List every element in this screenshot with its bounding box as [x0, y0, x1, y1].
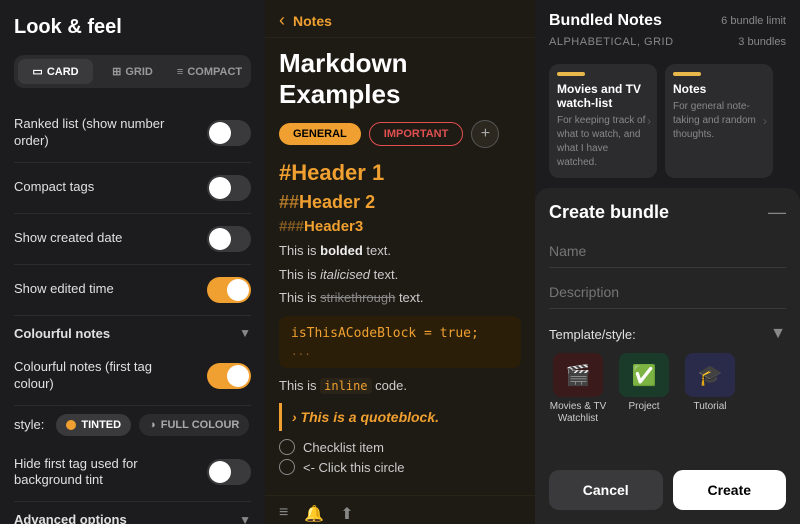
note-title: Markdown Examples [279, 48, 521, 110]
bundle-arrow-icon: › [763, 114, 767, 128]
bundle-arrow-icon: › [647, 114, 651, 128]
create-button[interactable]: Create [673, 470, 787, 510]
check-circle-2[interactable] [279, 459, 295, 475]
strike-text: This is strikethrough text. [279, 288, 521, 308]
add-tag-button[interactable]: + [471, 120, 499, 148]
view-toggle-group: ▭ CARD ⊞ GRID ≡ COMPACT [14, 55, 251, 88]
hide-tag-toggle[interactable] [207, 459, 251, 485]
template-chevron-icon[interactable]: ▼ [770, 325, 786, 343]
advanced-options-section[interactable]: Advanced options ▼ [14, 502, 251, 524]
list-icon[interactable]: ≡ [279, 504, 288, 524]
watchlist-icon-box: 🎬 [553, 353, 603, 397]
sort-row: ALPHABETICAL, GRID 3 bundles [549, 36, 786, 48]
bundle-desc-input[interactable] [549, 276, 786, 309]
style-row: style: TINTED ◑ FULL COLOUR [14, 406, 251, 444]
grid-icon: ⊞ [112, 65, 121, 78]
bundle-card-0[interactable]: Movies and TV watch-list For keeping tra… [549, 64, 657, 178]
style-full-colour-button[interactable]: ◑ FULL COLOUR [139, 414, 249, 436]
show-edited-toggle[interactable] [207, 277, 251, 303]
bundle-color-bar [673, 72, 701, 76]
create-bundle-panel: Create bundle — Template/style: ▼ 🎬 Movi… [535, 188, 800, 524]
markdown-h1: #Header 1 [279, 160, 521, 186]
checklist-item-1: Checklist item [279, 439, 521, 455]
bundle-cards-list: Movies and TV watch-list For keeping tra… [535, 64, 800, 188]
code-block: isThisACodeBlock = true; ... [279, 316, 521, 368]
tag-general[interactable]: GENERAL [279, 123, 361, 145]
view-grid-button[interactable]: ⊞ GRID [95, 59, 170, 84]
compact-icon: ≡ [177, 66, 183, 78]
look-and-feel-panel: Look & feel ▭ CARD ⊞ GRID ≡ COMPACT Rank… [0, 0, 265, 524]
template-project[interactable]: ✅ Project [615, 353, 673, 425]
bundled-title: Bundled Notes [549, 12, 662, 30]
advanced-chevron-icon: ▼ [239, 513, 251, 524]
quote-block: › This is a quoteblock. [279, 403, 521, 431]
card-icon: ▭ [32, 65, 42, 78]
right-panel: Bundled Notes 6 bundle limit ALPHABETICA… [535, 0, 800, 524]
bundle-desc: For keeping track of what to watch, and … [557, 114, 649, 170]
tinted-dot [66, 420, 76, 430]
ranked-list-toggle[interactable] [207, 120, 251, 146]
colourful-notes-toggle[interactable] [207, 363, 251, 389]
bundle-count: 3 bundles [738, 36, 786, 48]
create-bundle-title: Create bundle [549, 202, 669, 223]
collapse-icon[interactable]: — [768, 202, 786, 223]
ranked-list-setting: Ranked list (show number order) [14, 104, 251, 163]
bundle-name-input[interactable] [549, 235, 786, 268]
share-icon[interactable]: ⬆ [340, 504, 353, 524]
bundled-title-row: Bundled Notes 6 bundle limit [549, 12, 786, 30]
tag-important[interactable]: IMPORTANT [369, 122, 464, 146]
hide-tag-setting: Hide first tag used for background tint [14, 444, 251, 503]
full-colour-icon: ◑ [149, 419, 156, 431]
inline-code-text: This is inline code. [279, 376, 521, 396]
notes-header: ‹ Notes [265, 0, 535, 38]
template-label: Template/style: [549, 327, 636, 342]
colourful-notes-section[interactable]: Colourful notes ▼ [14, 316, 251, 347]
bell-icon[interactable]: 🔔 [304, 504, 324, 524]
bundle-title: Movies and TV watch-list [557, 82, 649, 110]
show-created-setting: Show created date [14, 214, 251, 265]
create-bundle-header: Create bundle — [549, 202, 786, 223]
bundle-title: Notes [673, 82, 765, 96]
action-buttons: Cancel Create [549, 470, 786, 510]
note-bottom-toolbar: ≡ 🔔 ⬆ [265, 495, 535, 524]
markdown-h2: ##Header 2 [279, 192, 521, 213]
compact-tags-toggle[interactable] [207, 175, 251, 201]
bold-text: This is bolded text. [279, 241, 521, 261]
template-row: Template/style: ▼ [549, 325, 786, 343]
bundle-limit-label: 6 bundle limit [721, 15, 786, 27]
view-compact-button[interactable]: ≡ COMPACT [172, 59, 247, 84]
show-created-toggle[interactable] [207, 226, 251, 252]
bundle-color-bar [557, 72, 585, 76]
panel-title: Look & feel [14, 16, 251, 39]
back-arrow-icon[interactable]: ‹ [279, 10, 285, 31]
check-circle-1[interactable] [279, 439, 295, 455]
note-content: Markdown Examples GENERAL IMPORTANT + #H… [265, 38, 535, 489]
chevron-down-icon: ▼ [239, 326, 251, 340]
markdown-h3: ###Header3 [279, 218, 521, 235]
view-card-button[interactable]: ▭ CARD [18, 59, 93, 84]
italic-text: This is italicised text. [279, 265, 521, 285]
template-tutorial[interactable]: 🎓 Tutorial [681, 353, 739, 425]
compact-tags-setting: Compact tags [14, 163, 251, 214]
bundled-notes-section: Bundled Notes 6 bundle limit ALPHABETICA… [535, 0, 800, 64]
tutorial-icon-box: 🎓 [685, 353, 735, 397]
bundle-card-1[interactable]: Notes For general note-taking and random… [665, 64, 773, 178]
template-watchlist[interactable]: 🎬 Movies & TV Watchlist [549, 353, 607, 425]
bundle-desc: For general note-taking and random thoug… [673, 100, 765, 142]
project-icon-box: ✅ [619, 353, 669, 397]
notes-panel: ‹ Notes Markdown Examples GENERAL IMPORT… [265, 0, 535, 524]
tag-row: GENERAL IMPORTANT + [279, 120, 521, 148]
notes-breadcrumb: Notes [293, 13, 332, 29]
checklist-item-2: <- Click this circle [279, 459, 521, 475]
colourful-notes-setting: Colourful notes (first tag colour) [14, 347, 251, 406]
show-edited-setting: Show edited time [14, 265, 251, 316]
cancel-button[interactable]: Cancel [549, 470, 663, 510]
template-icons-list: 🎬 Movies & TV Watchlist ✅ Project 🎓 Tuto… [549, 353, 786, 425]
sort-label[interactable]: ALPHABETICAL, GRID [549, 36, 674, 48]
style-tinted-button[interactable]: TINTED [56, 414, 131, 436]
